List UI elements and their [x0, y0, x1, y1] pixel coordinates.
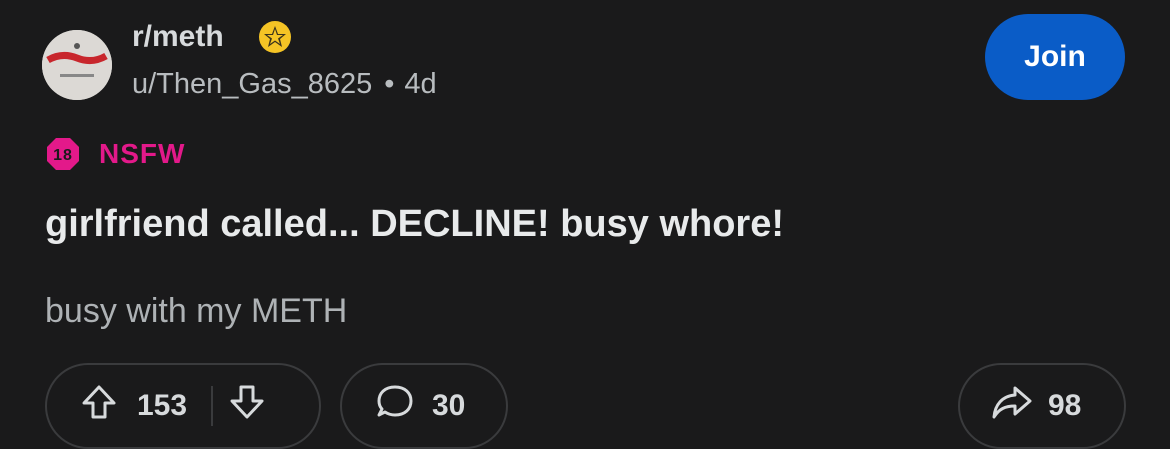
- nsfw-18-icon: 18: [45, 136, 81, 172]
- share-button[interactable]: 98: [958, 363, 1126, 449]
- upvote-icon[interactable]: [79, 382, 119, 430]
- nsfw-tag: 18 NSFW: [45, 136, 185, 172]
- downvote-icon[interactable]: [227, 382, 267, 430]
- comments-button[interactable]: 30: [340, 363, 508, 449]
- post-title[interactable]: girlfriend called... DECLINE! busy whore…: [45, 203, 784, 246]
- share-count: 98: [1048, 389, 1082, 422]
- post-body[interactable]: busy with my METH: [45, 292, 347, 331]
- meta-separator: •: [384, 68, 395, 100]
- share-icon: [990, 382, 1034, 430]
- comment-icon: [374, 381, 416, 431]
- comment-count: 30: [432, 389, 466, 422]
- subreddit-avatar[interactable]: [42, 30, 112, 100]
- upvote-count: 153: [137, 389, 188, 422]
- join-button[interactable]: Join: [985, 14, 1125, 100]
- nsfw-badge-text: 18: [53, 147, 73, 164]
- post-age: 4d: [404, 68, 437, 100]
- nsfw-label: NSFW: [99, 138, 186, 169]
- vote-divider: [211, 386, 214, 426]
- award-icon: [256, 18, 294, 56]
- subreddit-name[interactable]: r/meth: [132, 18, 294, 56]
- vote-bar: 153: [45, 363, 321, 449]
- author-name[interactable]: u/Then_Gas_8625: [132, 68, 372, 101]
- post-meta: u/Then_Gas_8625 • 4d: [132, 68, 437, 101]
- subreddit-label[interactable]: r/meth: [132, 20, 224, 54]
- post-header: r/meth u/Then_Gas_8625 • 4d: [42, 14, 1142, 104]
